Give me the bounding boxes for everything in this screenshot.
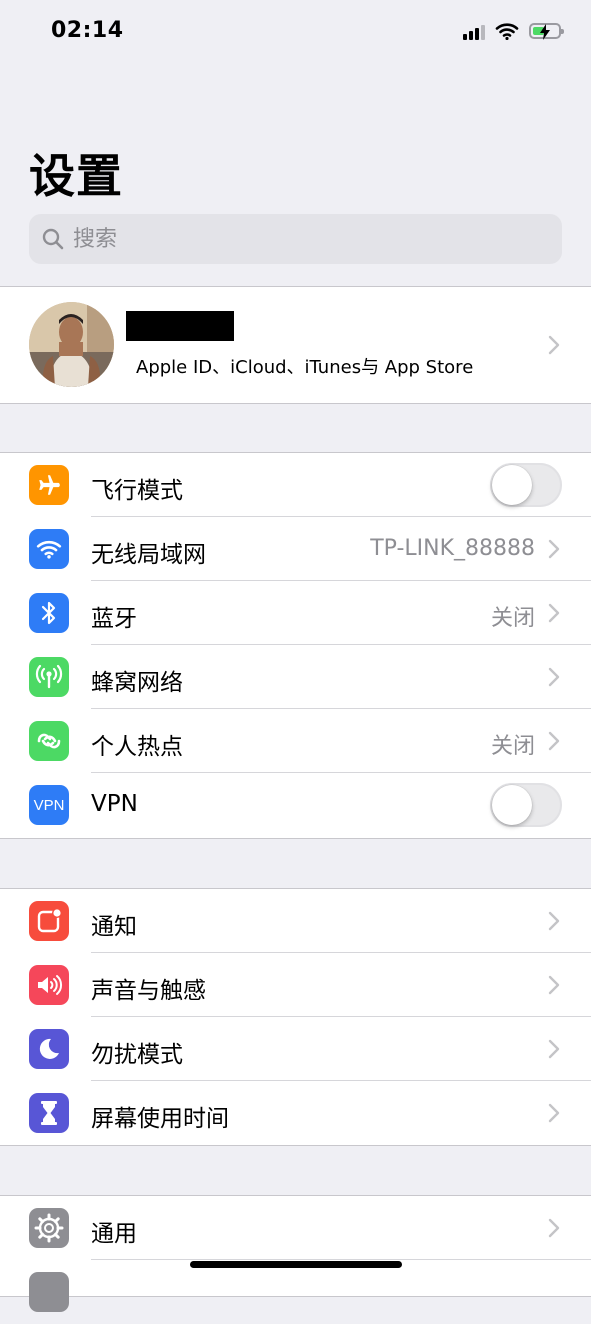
settings-row-cellular[interactable]: 蜂窝网络 — [0, 645, 591, 709]
control-center-icon — [29, 1272, 69, 1312]
cellular-signal-icon — [463, 22, 485, 40]
row-label: 屏幕使用时间 — [91, 1106, 229, 1132]
chevron-right-icon — [548, 667, 560, 687]
bluetooth-icon — [29, 593, 69, 633]
settings-row-vpn[interactable]: VPN VPN — [0, 773, 591, 837]
battery-icon — [529, 23, 564, 40]
gear-icon — [29, 1208, 69, 1248]
row-label: VPN — [91, 791, 138, 817]
row-label: 无线局域网 — [91, 542, 206, 568]
chevron-right-icon — [548, 1103, 560, 1123]
status-indicators — [463, 22, 564, 40]
status-bar: 02:14 — [0, 0, 591, 64]
settings-row-partial[interactable] — [0, 1260, 591, 1324]
settings-row-bluetooth[interactable]: 蓝牙 关闭 — [0, 581, 591, 645]
account-name-redacted — [126, 311, 234, 341]
airplane-mode-toggle[interactable] — [490, 463, 562, 507]
airplane-icon — [29, 465, 69, 505]
chevron-right-icon — [548, 731, 560, 751]
page-title: 设置 — [29, 149, 123, 203]
settings-row-personal-hotspot[interactable]: 个人热点 关闭 — [0, 709, 591, 773]
row-label: 个人热点 — [91, 734, 183, 760]
row-label: 通知 — [91, 914, 137, 940]
settings-row-screen-time[interactable]: 屏幕使用时间 — [0, 1081, 591, 1145]
row-label: 飞行模式 — [91, 478, 183, 504]
row-value: TP-LINK_88888 — [370, 536, 535, 561]
row-label: 蜂窝网络 — [91, 670, 183, 696]
chevron-right-icon — [548, 1039, 560, 1059]
search-bar[interactable] — [29, 214, 562, 264]
general-group: 通用 — [0, 1195, 591, 1312]
avatar — [29, 302, 114, 387]
settings-row-notifications[interactable]: 通知 — [0, 889, 591, 953]
settings-row-sounds[interactable]: 声音与触感 — [0, 953, 591, 1017]
vpn-icon: VPN — [29, 785, 69, 825]
vpn-icon-text: VPN — [33, 796, 65, 814]
settings-row-do-not-disturb[interactable]: 勿扰模式 — [0, 1017, 591, 1081]
row-label: 通用 — [91, 1221, 137, 1247]
hotspot-icon — [29, 721, 69, 761]
profile-subtitle: Apple ID、iCloud、iTunes与 App Store — [136, 357, 474, 378]
wifi-icon — [29, 529, 69, 569]
chevron-right-icon — [548, 539, 560, 559]
hourglass-icon — [29, 1093, 69, 1133]
cellular-icon — [29, 657, 69, 697]
notifications-icon — [29, 901, 69, 941]
row-label: 勿扰模式 — [91, 1042, 183, 1068]
chevron-right-icon — [548, 1218, 560, 1238]
sounds-icon — [29, 965, 69, 1005]
search-input[interactable] — [71, 225, 535, 253]
chevron-right-icon — [548, 335, 560, 355]
notifications-group: 通知 声音与触感 勿扰模式 屏幕使用时间 — [0, 888, 591, 1146]
settings-row-wifi[interactable]: 无线局域网 TP-LINK_88888 — [0, 517, 591, 581]
search-icon — [42, 228, 64, 250]
apple-id-profile-row[interactable]: Apple ID、iCloud、iTunes与 App Store — [0, 286, 591, 404]
settings-row-airplane-mode[interactable]: 飞行模式 — [0, 453, 591, 517]
row-value: 关闭 — [490, 606, 535, 631]
connectivity-group: 飞行模式 无线局域网 TP-LINK_88888 蓝牙 关闭 蜂窝网络 个人热点… — [0, 452, 591, 839]
vpn-toggle[interactable] — [490, 783, 562, 827]
row-label: 蓝牙 — [91, 606, 137, 632]
chevron-right-icon — [548, 603, 560, 623]
chevron-right-icon — [548, 975, 560, 995]
row-label: 声音与触感 — [91, 978, 206, 1004]
row-value: 关闭 — [490, 734, 535, 759]
settings-row-general[interactable]: 通用 — [0, 1196, 591, 1260]
chevron-right-icon — [548, 911, 560, 931]
status-time: 02:14 — [51, 18, 124, 43]
moon-icon — [29, 1029, 69, 1069]
home-indicator[interactable] — [190, 1261, 402, 1268]
wifi-status-icon — [495, 23, 519, 40]
